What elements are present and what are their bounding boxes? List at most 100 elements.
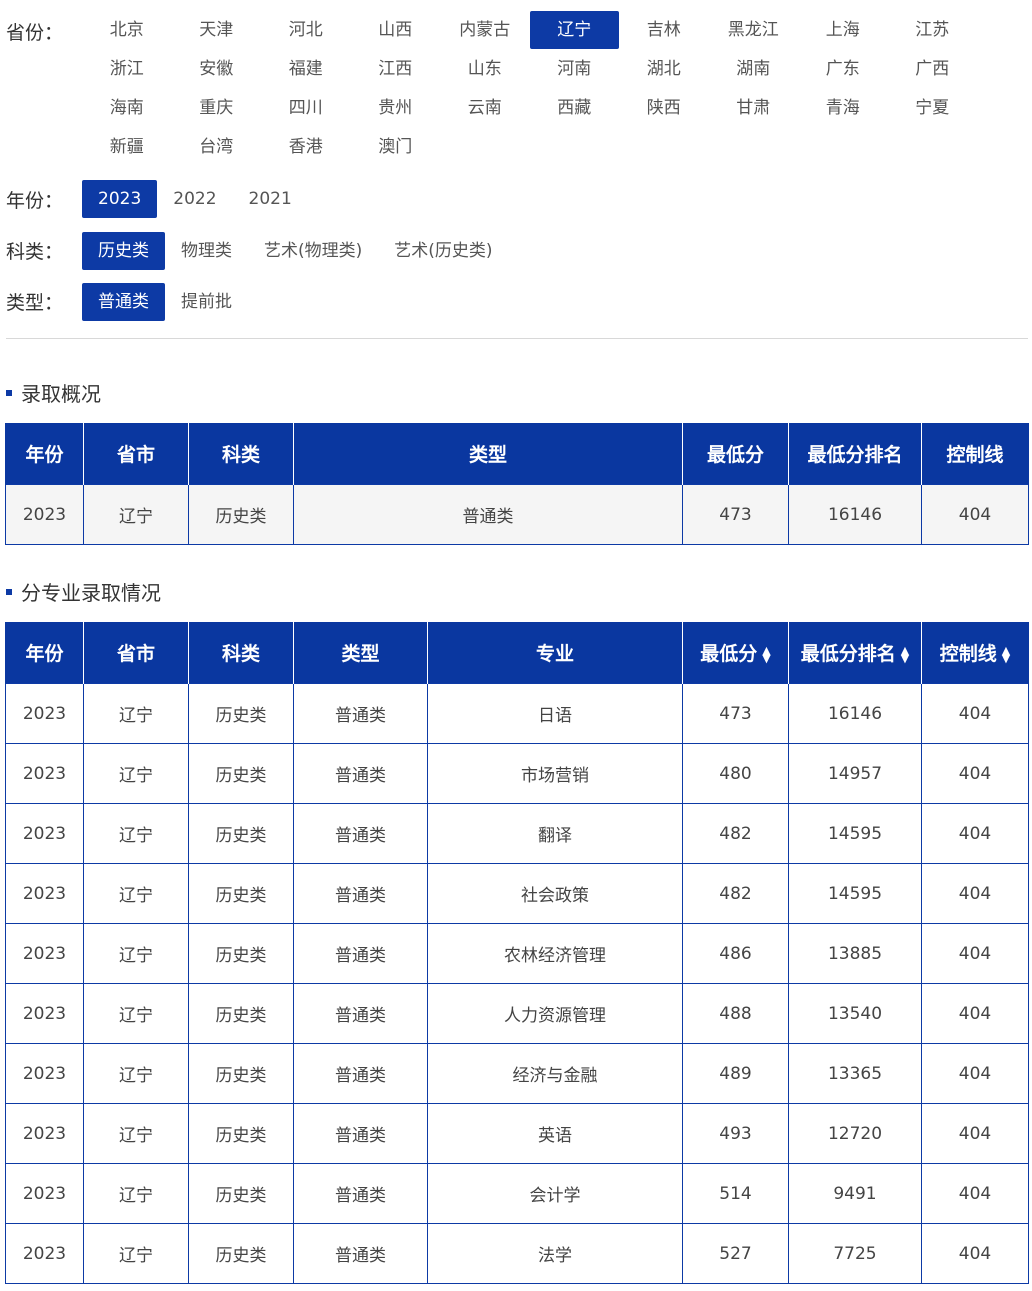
table-cell: 493	[682, 1103, 789, 1164]
table-cell: 486	[682, 923, 789, 984]
table-cell: 404	[921, 1103, 1029, 1164]
column-header[interactable]: 最低分 ▲ ▼	[682, 622, 789, 684]
table-cell: 普通类	[293, 983, 428, 1044]
table-cell: 人力资源管理	[427, 983, 683, 1044]
province-option[interactable]: 宁夏	[888, 89, 978, 127]
table-cell: 514	[682, 1163, 789, 1224]
province-option[interactable]: 内蒙古	[440, 11, 530, 49]
year-option[interactable]: 2022	[157, 180, 232, 218]
column-header-label: 专业	[535, 643, 574, 665]
province-option[interactable]: 西藏	[530, 89, 620, 127]
table-cell: 历史类	[188, 923, 294, 984]
province-option[interactable]: 上海	[798, 11, 888, 49]
province-option[interactable]: 安徽	[172, 50, 262, 88]
column-header-label: 类型	[341, 643, 380, 665]
province-option[interactable]: 云南	[440, 89, 530, 127]
table-row: 2023 辽宁 历史类 普通类 会计学 514 9491 404	[5, 1163, 1029, 1224]
province-option[interactable]: 广东	[798, 50, 888, 88]
province-option[interactable]: 天津	[172, 11, 262, 49]
province-option[interactable]: 广西	[888, 50, 978, 88]
table-cell: 辽宁	[83, 683, 189, 744]
province-option[interactable]: 澳门	[351, 128, 441, 166]
province-option[interactable]: 青海	[798, 89, 888, 127]
province-option[interactable]: 江西	[351, 50, 441, 88]
type-option[interactable]: 普通类	[82, 283, 165, 321]
table-cell: 农林经济管理	[427, 923, 683, 984]
province-option[interactable]: 甘肃	[709, 89, 799, 127]
year-option[interactable]: 2021	[233, 180, 308, 218]
province-option[interactable]: 新疆	[82, 128, 172, 166]
table-cell: 2023	[5, 1223, 84, 1284]
table-cell: 527	[682, 1223, 789, 1284]
filter-subject-label: 科类：	[6, 241, 64, 263]
year-option[interactable]: 2023	[82, 180, 158, 218]
table-cell: 473	[682, 683, 789, 744]
province-option[interactable]: 海南	[82, 89, 172, 127]
table-cell: 489	[682, 1043, 789, 1104]
province-option[interactable]: 山西	[351, 11, 441, 49]
table-cell: 16146	[788, 683, 922, 744]
column-header: 年份	[5, 423, 84, 485]
table-cell: 普通类	[293, 863, 428, 924]
province-option[interactable]: 江苏	[888, 11, 978, 49]
province-option[interactable]: 黑龙江	[709, 11, 799, 49]
type-option[interactable]: 提前批	[165, 283, 248, 321]
subject-options: 历史类 物理类 艺术(物理类) 艺术(历史类)	[82, 232, 509, 270]
table-cell: 13365	[788, 1043, 922, 1104]
majors-section-title: 分专业录取情况	[6, 577, 161, 606]
table-row: 2023 辽宁 历史类 普通类 农林经济管理 486 13885 404	[5, 923, 1029, 984]
table-cell: 473	[682, 484, 789, 545]
table-cell: 历史类	[188, 1103, 294, 1164]
column-header-label: 控制线	[939, 643, 997, 665]
province-option[interactable]: 湖南	[709, 50, 799, 88]
table-cell: 404	[921, 1223, 1029, 1284]
column-header-label: 最低分排名	[800, 643, 896, 665]
table-cell: 普通类	[293, 683, 428, 744]
overview-table: 年份 省市 科类 类型 最低分 最低分排名 控制线 2023 辽宁 历史类 普通类 473 16146…	[5, 423, 1029, 545]
column-header-label: 省市	[116, 444, 155, 466]
table-cell: 普通类	[293, 743, 428, 804]
sort-updown-icon[interactable]: ▲ ▼	[901, 645, 909, 664]
sort-updown-icon[interactable]: ▲ ▼	[762, 645, 770, 664]
province-option[interactable]: 福建	[261, 50, 351, 88]
table-cell: 辽宁	[83, 484, 189, 545]
table-cell: 英语	[427, 1103, 683, 1164]
column-header: 类型	[293, 423, 683, 485]
province-option[interactable]: 吉林	[619, 11, 709, 49]
province-option[interactable]: 陕西	[619, 89, 709, 127]
table-cell: 历史类	[188, 1223, 294, 1284]
table-cell: 辽宁	[83, 1043, 189, 1104]
subject-option[interactable]: 物理类	[165, 232, 248, 270]
province-option[interactable]: 辽宁	[529, 11, 619, 49]
table-cell: 历史类	[188, 1043, 294, 1104]
column-header[interactable]: 最低分排名 ▲ ▼	[788, 622, 922, 684]
column-header[interactable]: 控制线 ▲ ▼	[921, 622, 1029, 684]
sort-updown-icon[interactable]: ▲ ▼	[1002, 645, 1010, 664]
table-cell: 2023	[5, 923, 84, 984]
column-header-label: 控制线	[946, 444, 1004, 466]
table-cell: 辽宁	[83, 983, 189, 1044]
province-option[interactable]: 河北	[261, 11, 351, 49]
subject-option[interactable]: 历史类	[82, 232, 165, 270]
province-option[interactable]: 河南	[530, 50, 620, 88]
subject-option[interactable]: 艺术(历史类)	[378, 232, 508, 270]
column-header: 最低分排名	[788, 423, 922, 485]
province-option[interactable]: 香港	[261, 128, 351, 166]
column-header-label: 省市	[116, 643, 155, 665]
table-cell: 辽宁	[83, 923, 189, 984]
column-header: 省市	[83, 622, 189, 684]
province-option[interactable]: 四川	[261, 89, 351, 127]
table-cell: 辽宁	[83, 743, 189, 804]
province-option[interactable]: 北京	[82, 11, 172, 49]
province-option[interactable]: 浙江	[82, 50, 172, 88]
table-cell: 7725	[788, 1223, 922, 1284]
province-option[interactable]: 重庆	[172, 89, 262, 127]
province-option[interactable]: 台湾	[172, 128, 262, 166]
table-cell: 历史类	[188, 983, 294, 1044]
column-header: 科类	[188, 423, 294, 485]
province-option[interactable]: 山东	[440, 50, 530, 88]
subject-option[interactable]: 艺术(物理类)	[248, 232, 378, 270]
table-row: 2023 辽宁 历史类 普通类 翻译 482 14595 404	[5, 803, 1029, 864]
province-option[interactable]: 湖北	[619, 50, 709, 88]
province-option[interactable]: 贵州	[351, 89, 441, 127]
